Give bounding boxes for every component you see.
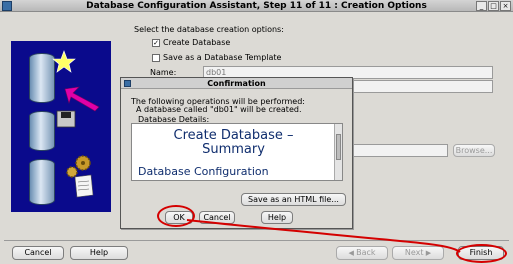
ok-highlight-ellipse xyxy=(157,205,195,227)
finish-highlight-ellipse xyxy=(456,244,507,263)
red-annotation-overlay xyxy=(186,219,461,253)
